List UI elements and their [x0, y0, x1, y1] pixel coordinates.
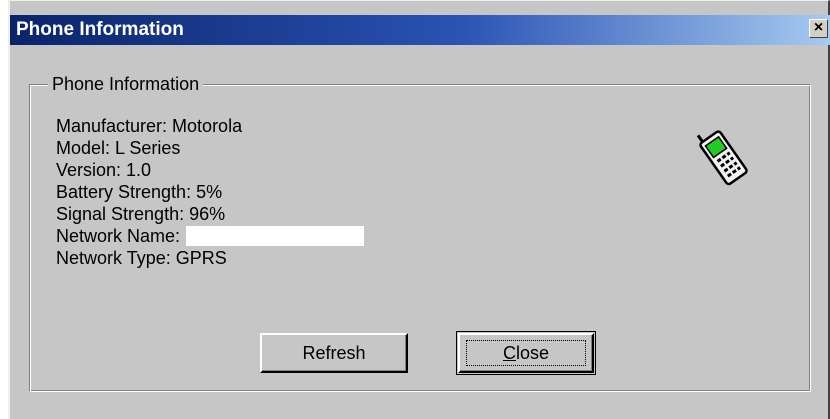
manufacturer-text: Manufacturer: Motorola [56, 116, 243, 136]
version-text: Version: 1.0 [56, 160, 152, 180]
network-name-label: Network Name: [56, 226, 181, 246]
close-window-button[interactable]: × [809, 19, 828, 38]
mobile-phone-icon [688, 122, 760, 188]
window-title: Phone Information [16, 19, 184, 40]
refresh-button-label: Refresh [302, 343, 366, 363]
close-button[interactable]: Close [458, 333, 594, 373]
network-name-value [186, 226, 365, 246]
network-name-row: Network Name: [56, 225, 365, 247]
title-bar[interactable]: Phone Information × [10, 15, 830, 45]
network-type-text: Network Type: GPRS [56, 248, 227, 268]
phone-info-list: Manufacturer: Motorola Model: L Series V… [56, 115, 365, 269]
refresh-button[interactable]: Refresh [260, 333, 408, 373]
battery-strength-text: Battery Strength: 5% [56, 182, 223, 202]
close-icon: × [813, 19, 824, 36]
signal-strength-text: Signal Strength: 96% [56, 204, 226, 224]
close-button-default-frame[interactable]: Close [456, 331, 596, 375]
close-button-label: Close [502, 343, 550, 363]
group-label: Phone Information [48, 73, 204, 95]
model-text: Model: L Series [56, 138, 181, 158]
